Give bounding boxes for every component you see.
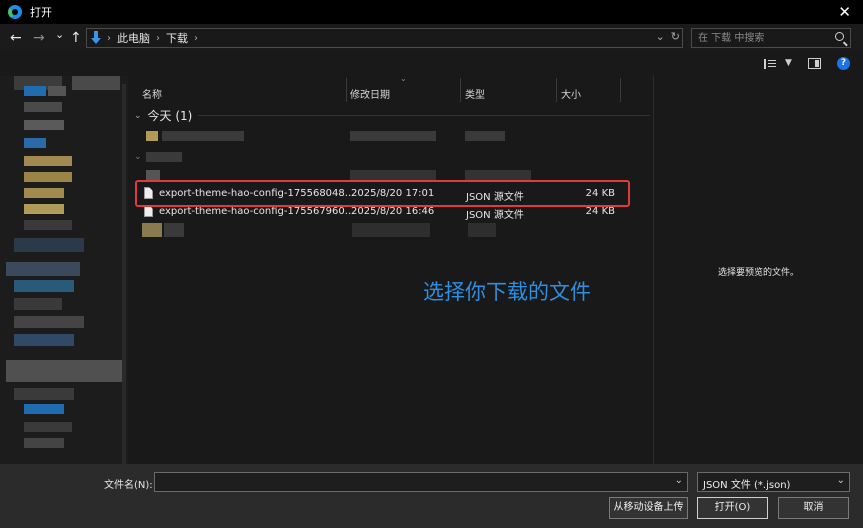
search-icon[interactable] xyxy=(835,32,844,41)
file-name: export-theme-hao-config-175567960... xyxy=(159,206,355,217)
title-bar: 打开 ✕ xyxy=(0,0,863,24)
blurred-item xyxy=(350,131,436,141)
navigation-bar: ← → ⌄ ↑ › 此电脑 › 下载 › ⌄ ↻ xyxy=(0,24,863,52)
chevron-right-icon[interactable]: › xyxy=(156,33,160,44)
blurred-item xyxy=(24,188,64,198)
column-divider[interactable] xyxy=(556,78,557,102)
column-header-modified[interactable]: 修改日期 xyxy=(350,86,390,101)
blurred-item xyxy=(24,86,46,96)
blurred-item xyxy=(14,298,62,310)
close-icon[interactable]: ✕ xyxy=(838,3,851,21)
blurred-item xyxy=(72,76,120,90)
blurred-item xyxy=(14,238,84,252)
collapse-chevron-icon[interactable]: ⌄ xyxy=(134,111,142,121)
blurred-item xyxy=(24,156,72,166)
blurred-item xyxy=(24,204,64,214)
blurred-item xyxy=(24,120,64,130)
upload-from-mobile-button[interactable]: 从移动设备上传 xyxy=(609,497,688,519)
column-divider[interactable] xyxy=(460,78,461,102)
blurred-item xyxy=(142,223,162,237)
blurred-item xyxy=(146,170,160,180)
sidebar-scrollbar[interactable] xyxy=(122,84,126,464)
blurred-item xyxy=(465,170,531,180)
window-title: 打开 xyxy=(30,6,52,19)
file-type: JSON 源文件 xyxy=(466,210,524,221)
address-bar[interactable]: › 此电脑 › 下载 › ⌄ ↻ xyxy=(86,28,683,48)
selection-highlight-box xyxy=(135,180,630,207)
breadcrumb-this-pc[interactable]: 此电脑 xyxy=(117,30,150,46)
file-list: ⌄ 名称 修改日期 类型 大小 ⌄ 今天 (1) ⌄ export-theme-… xyxy=(128,76,653,464)
column-header-type[interactable]: 类型 xyxy=(465,86,485,101)
blurred-item xyxy=(24,422,72,432)
filetype-select[interactable]: JSON 文件 (*.json) ⌄ xyxy=(697,472,850,492)
instruction-annotation: 选择你下载的文件 xyxy=(423,280,591,304)
column-divider[interactable] xyxy=(620,78,621,102)
blurred-item xyxy=(14,388,74,400)
view-options-icon[interactable] xyxy=(764,59,776,69)
blurred-item xyxy=(6,262,80,276)
help-icon[interactable]: ? xyxy=(837,57,850,70)
collapse-chevron-icon[interactable]: ⌄ xyxy=(134,152,142,162)
filename-combobox[interactable]: ⌄ xyxy=(154,472,688,492)
blurred-item xyxy=(352,223,430,237)
search-input[interactable] xyxy=(698,31,823,45)
file-modified: 2025/8/20 16:46 xyxy=(351,206,435,217)
blurred-item xyxy=(468,223,496,237)
address-dropdown-chevron-icon[interactable]: ⌄ xyxy=(656,30,665,43)
footer-bar: 文件名(N): ⌄ JSON 文件 (*.json) ⌄ 从移动设备上传 打开(… xyxy=(0,464,863,528)
blurred-item xyxy=(24,404,64,414)
breadcrumb-downloads[interactable]: 下载 xyxy=(166,30,188,46)
blurred-item xyxy=(14,316,84,328)
blurred-item xyxy=(146,131,158,141)
chevron-right-icon[interactable]: › xyxy=(107,33,111,44)
blurred-item xyxy=(350,170,436,180)
blurred-item xyxy=(465,131,505,141)
browser-app-icon xyxy=(8,5,22,19)
downloads-folder-icon xyxy=(91,31,101,45)
preview-placeholder-text: 选择要预览的文件。 xyxy=(717,268,799,278)
group-header-today[interactable]: ⌄ 今天 (1) xyxy=(134,107,192,124)
blurred-item xyxy=(146,152,182,162)
chevron-down-icon[interactable]: ⌄ xyxy=(837,475,845,486)
blurred-item xyxy=(24,138,46,148)
filetype-value: JSON 文件 (*.json) xyxy=(703,480,791,491)
blurred-item xyxy=(24,102,62,112)
back-arrow-icon[interactable]: ← xyxy=(10,30,22,46)
blurred-selected-item xyxy=(6,360,124,382)
blurred-item xyxy=(24,172,72,182)
file-size: 24 KB xyxy=(585,206,615,217)
navigation-pane[interactable] xyxy=(0,76,128,464)
group-label: 今天 (1) xyxy=(147,109,193,123)
blurred-item xyxy=(24,438,64,448)
filename-label: 文件名(N): xyxy=(104,480,153,491)
view-dropdown-caret-icon[interactable]: ▼ xyxy=(785,58,792,68)
filename-input[interactable] xyxy=(159,475,669,489)
group-divider xyxy=(198,115,650,116)
blurred-item xyxy=(14,280,74,292)
recent-locations-chevron-icon[interactable]: ⌄ xyxy=(55,27,64,43)
cancel-button[interactable]: 取消 xyxy=(778,497,849,519)
blurred-item xyxy=(164,223,184,237)
blurred-item xyxy=(48,86,66,96)
blurred-item xyxy=(14,334,74,346)
refresh-icon[interactable]: ↻ xyxy=(671,30,680,43)
search-box[interactable] xyxy=(691,28,851,48)
blurred-item xyxy=(24,220,72,230)
open-button[interactable]: 打开(O) xyxy=(697,497,768,519)
column-header-size[interactable]: 大小 xyxy=(561,86,581,101)
column-divider[interactable] xyxy=(346,78,347,102)
preview-pane: 选择要预览的文件。 xyxy=(653,76,863,464)
toolbar: ▼ ? xyxy=(0,52,863,76)
chevron-right-icon[interactable]: › xyxy=(194,33,198,44)
sort-indicator-icon: ⌄ xyxy=(400,76,407,83)
up-arrow-icon[interactable]: ↑ xyxy=(70,30,82,46)
blurred-item xyxy=(162,131,244,141)
forward-arrow-icon[interactable]: → xyxy=(33,30,45,46)
chevron-down-icon[interactable]: ⌄ xyxy=(675,475,683,486)
column-header-name[interactable]: 名称 xyxy=(142,86,162,101)
preview-pane-icon[interactable] xyxy=(808,58,821,69)
